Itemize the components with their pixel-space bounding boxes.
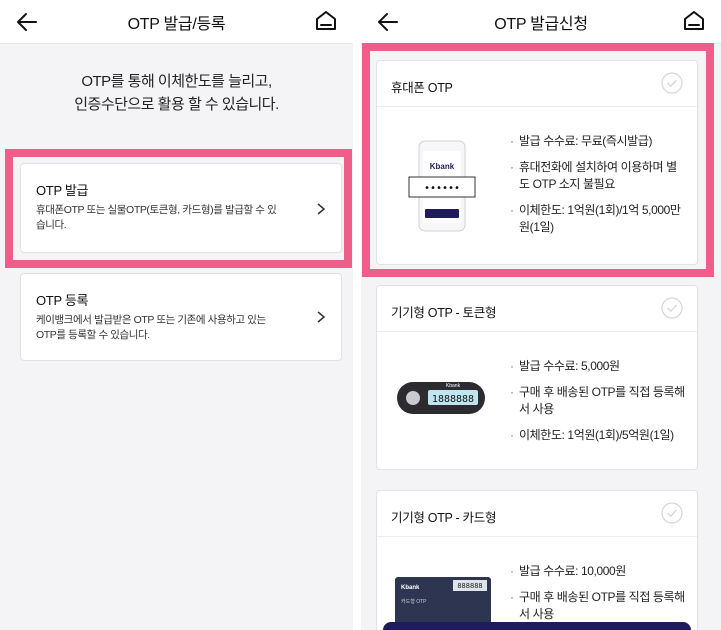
card-header: 휴대폰 OTP (377, 61, 697, 107)
card-title: 휴대폰 OTP (391, 81, 453, 95)
check-circle-icon[interactable] (661, 72, 683, 94)
chevron-right-icon (317, 203, 326, 215)
card-description-line: OTP를 등록할 수 있습니다. (36, 329, 150, 341)
feature-list: 발급 수수료: 10,000원 구매 후 배송된 OTP를 직접 등록해서 사용 (510, 563, 687, 630)
otp-apply-screen: OTP 발급신청 휴대폰 OTP Kbank •••••• 발급 수수료: 무료… (361, 0, 721, 630)
header: OTP 발급신청 (361, 0, 721, 44)
card-description: 케이뱅크에서 발급받은 OTP 또는 기존에 사용하고 있는 OTP를 등록할 … (36, 313, 305, 343)
home-icon[interactable] (313, 8, 339, 34)
card-label-text: 카드형 OTP (401, 598, 427, 605)
otp-issue-register-screen: OTP 발급/등록 OTP를 통해 이체한도를 늘리고, 인증수단으로 활용 할… (0, 0, 353, 630)
feature-item: 구매 후 배송된 OTP를 직접 등록해서 사용 (510, 589, 687, 623)
card-title: 기기형 OTP - 카드형 (391, 511, 497, 525)
check-circle-icon[interactable] (661, 297, 683, 319)
kbank-logo-text: Kbank (430, 162, 455, 171)
check-circle-icon[interactable] (661, 502, 683, 524)
card-title: OTP 등록 (36, 293, 89, 308)
kbank-logo-text: Kbank (446, 383, 461, 389)
card-description-line: 습니다. (36, 219, 67, 231)
kbank-logo-text: Kbank (401, 585, 420, 591)
card-title: 기기형 OTP - 토큰형 (391, 306, 497, 320)
card-description: 휴대폰OTP 또는 실물OTP(토큰형, 카드형)를 발급할 수 있 습니다. (36, 203, 305, 233)
otp-register-card[interactable]: OTP 등록 케이뱅크에서 발급받은 OTP 또는 기존에 사용하고 있는 OT… (20, 273, 342, 361)
card-description-line: 휴대폰OTP 또는 실물OTP(토큰형, 카드형)를 발급할 수 있 (36, 204, 277, 216)
otp-issue-card[interactable]: OTP 발급 휴대폰OTP 또는 실물OTP(토큰형, 카드형)를 발급할 수 … (20, 163, 342, 253)
card-title: OTP 발급 (36, 183, 89, 198)
card-header: 기기형 OTP - 카드형 (377, 491, 697, 537)
intro-text: OTP를 통해 이체한도를 늘리고, 인증수단으로 활용 할 수 있습니다. (0, 70, 353, 116)
header: OTP 발급/등록 (0, 0, 353, 44)
chevron-right-icon (317, 311, 326, 323)
intro-line-1: OTP를 통해 이체한도를 늘리고, (81, 73, 272, 90)
otp-code-text: 888888 (457, 582, 482, 590)
mobile-otp-image: Kbank •••••• (408, 140, 476, 232)
page-title: OTP 발급신청 (494, 16, 588, 33)
panel-divider (353, 0, 361, 630)
mobile-otp-card[interactable]: 휴대폰 OTP Kbank •••••• 발급 수수료: 무료(즉시발급) 휴대… (376, 60, 698, 265)
card-otp-card[interactable]: 기기형 OTP - 카드형 Kbank 888888 카드형 OTP 발급 수수… (376, 490, 698, 630)
feature-item: 발급 수수료: 5,000원 (510, 358, 687, 375)
home-icon[interactable] (681, 8, 707, 34)
feature-list: 발급 수수료: 5,000원 구매 후 배송된 OTP를 직접 등록해서 사용 … (510, 358, 687, 453)
token-otp-image: 1888888 Kbank (397, 382, 485, 414)
feature-list: 발급 수수료: 무료(즉시발급) 휴대전화에 설치하여 이용하며 별도 OTP … (510, 133, 687, 245)
token-otp-card[interactable]: 기기형 OTP - 토큰형 1888888 Kbank 발급 수수료: 5,00… (376, 285, 698, 470)
feature-item: 휴대전화에 설치하여 이용하며 별도 OTP 소지 불필요 (510, 159, 687, 193)
otp-code-text: •••••• (424, 183, 460, 194)
bottom-action-bar[interactable] (383, 622, 691, 630)
feature-item: 발급 수수료: 무료(즉시발급) (510, 133, 687, 150)
feature-item: 이체한도: 1억원(1회)/5억원(1일) (510, 427, 687, 444)
intro-line-2: 인증수단으로 활용 할 수 있습니다. (74, 96, 279, 113)
card-header: 기기형 OTP - 토큰형 (377, 286, 697, 332)
otp-code-text: 1888888 (432, 394, 474, 405)
page-title: OTP 발급/등록 (127, 16, 226, 33)
feature-item: 발급 수수료: 10,000원 (510, 563, 687, 580)
feature-item: 이체한도: 1억원(1회)/1억 5,000만원(1일) (510, 202, 687, 236)
card-description-line: 케이뱅크에서 발급받은 OTP 또는 기존에 사용하고 있는 (36, 314, 266, 326)
feature-item: 구매 후 배송된 OTP를 직접 등록해서 사용 (510, 384, 687, 418)
